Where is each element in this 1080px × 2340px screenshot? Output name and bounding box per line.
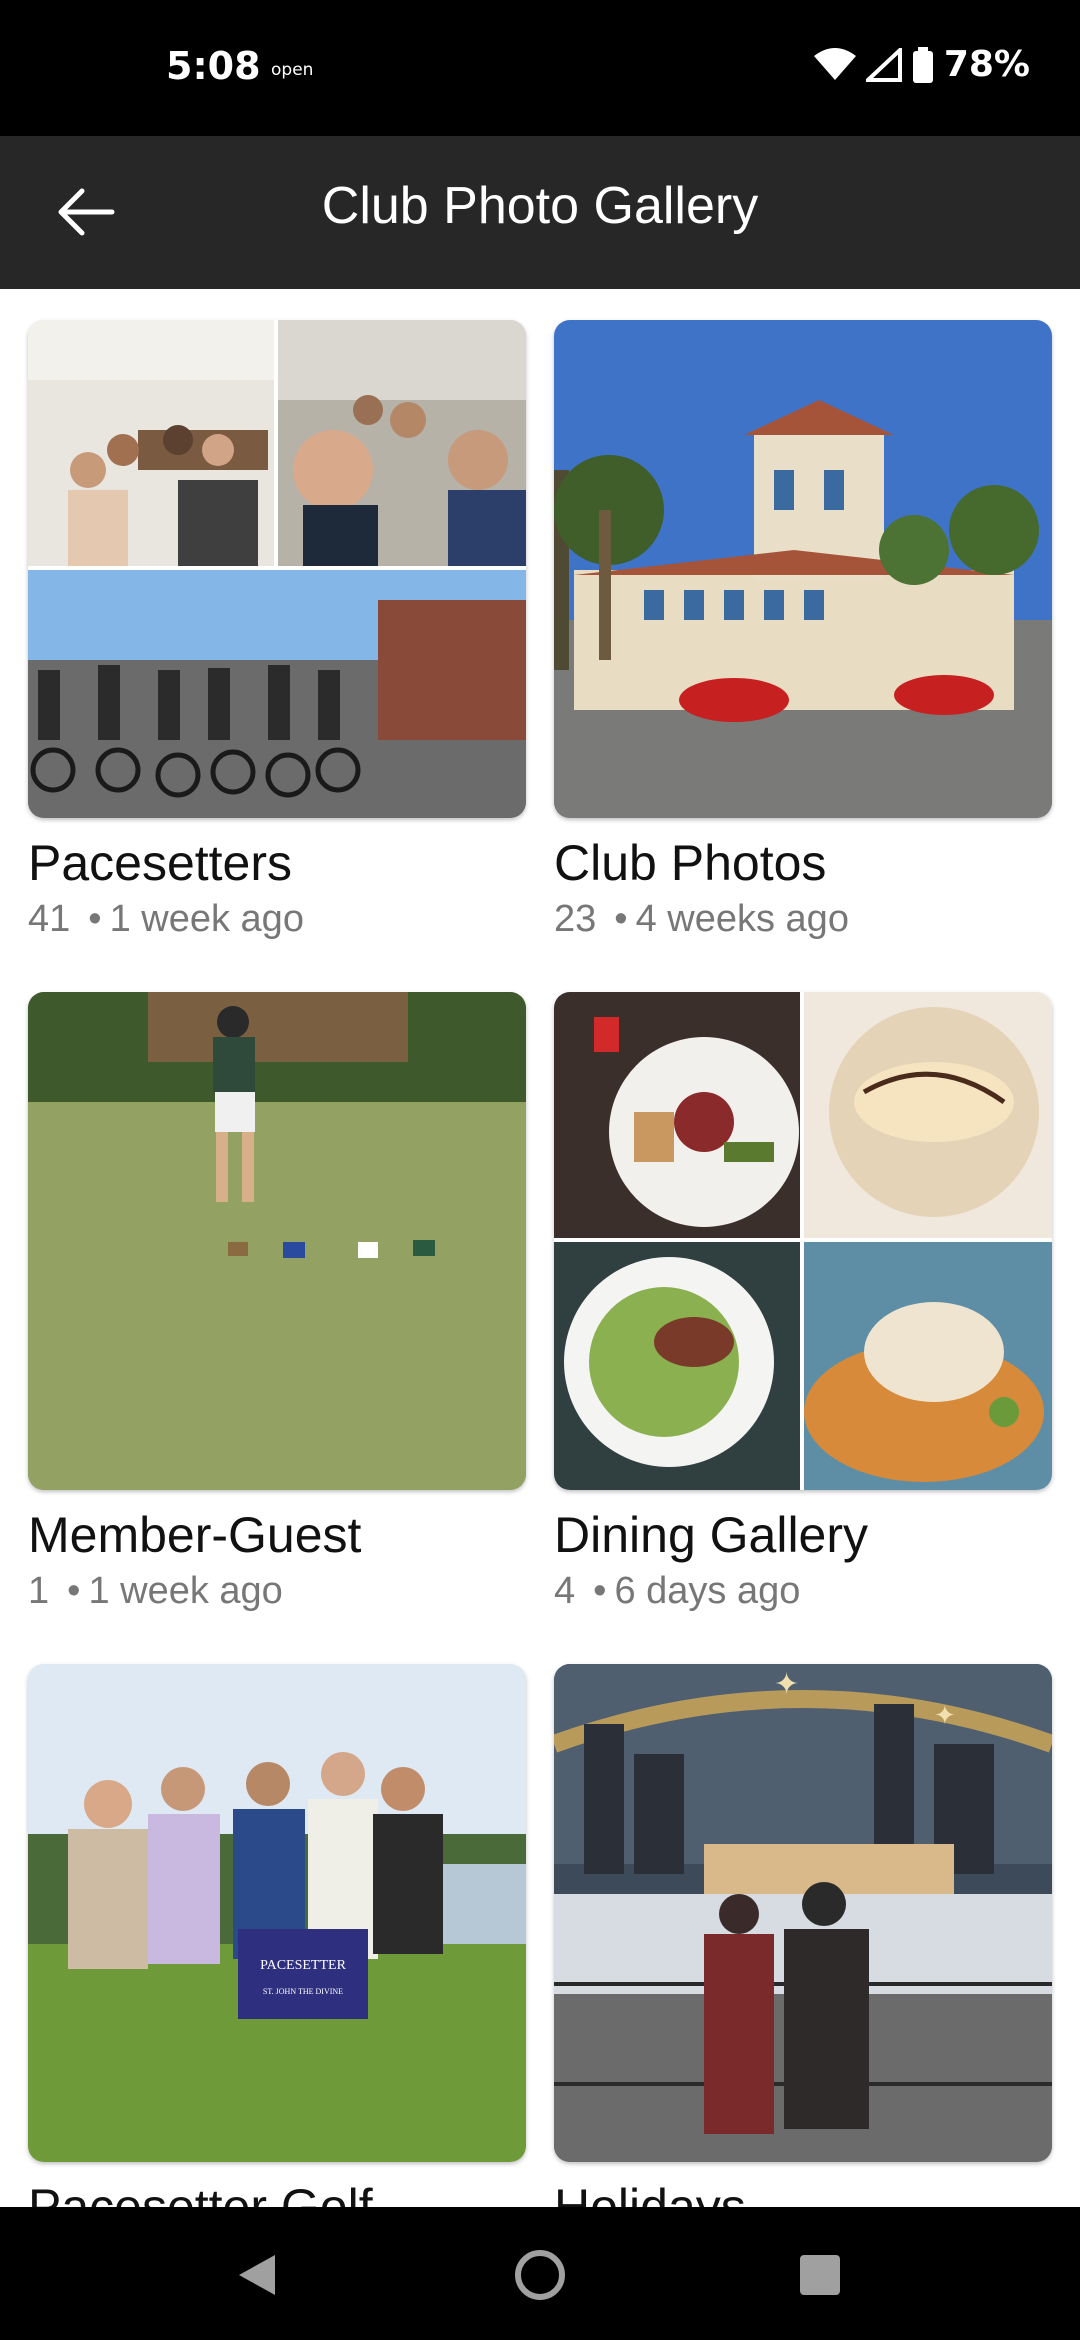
album-title: Holidays [554,2179,746,2207]
album-title: Pacesetter Golf [28,2179,373,2207]
album-thumbnail [554,992,1052,1490]
sign-sub-text: ST. JOHN THE DIVINE [263,1987,343,1996]
circle-home-icon [515,2250,565,2300]
album-thumbnail: ✦ ✦ [554,1664,1052,2162]
album-updated: 4 weeks ago [635,898,849,940]
cell-signal-icon [865,47,902,82]
album-title: Club Photos [554,835,827,891]
album-thumbnail [554,320,1052,818]
album-meta: 41 • 1 week ago [28,898,526,941]
album-card-pacesetter-golf[interactable]: PACESETTER ST. JOHN THE DIVINE Pacesette… [28,1664,526,2207]
status-icons: 78% [813,44,1030,85]
nav-recents-button[interactable] [790,2245,850,2305]
nav-back-button[interactable] [227,2245,287,2305]
separator-dot: • [593,1570,607,1612]
separator-dot: • [88,898,102,940]
album-title: Pacesetters [28,835,293,891]
album-count: 4 [554,1570,576,1612]
album-card-pacesetters[interactable]: Pacesetters 41 • 1 week ago [28,320,526,941]
album-card-holidays[interactable]: ✦ ✦ Holidays [554,1664,1052,2207]
status-open-label: open [271,60,314,80]
triangle-back-icon [239,2255,275,2295]
app-bar: Club Photo Gallery [0,136,1080,289]
star-icon: ✦ [934,1701,956,1731]
battery-icon [912,46,933,83]
star-icon: ✦ [774,1667,799,1702]
album-thumbnail [28,992,526,1490]
album-updated: 1 week ago [88,1570,283,1612]
status-bar: 5:08 open 78% [0,0,1080,136]
album-meta: 1 • 1 week ago [28,1570,526,1613]
album-card-dining-gallery[interactable]: Dining Gallery 4 • 6 days ago [554,992,1052,1613]
album-updated: 6 days ago [614,1570,801,1612]
system-nav-bar [0,2207,1080,2340]
status-time: 5:08 [166,44,261,88]
album-card-club-photos[interactable]: Club Photos 23 • 4 weeks ago [554,320,1052,941]
battery-percentage: 78% [943,44,1030,85]
album-count: 41 [28,898,71,940]
album-count: 1 [28,1570,50,1612]
album-thumbnail: PACESETTER ST. JOHN THE DIVINE [28,1664,526,2162]
album-updated: 1 week ago [109,898,304,940]
album-card-member-guest[interactable]: Member-Guest 1 • 1 week ago [28,992,526,1613]
square-recents-icon [800,2255,840,2295]
album-grid: Pacesetters 41 • 1 week ago Club Photos … [0,289,1080,2207]
album-title: Dining Gallery [554,1507,869,1563]
album-meta: 4 • 6 days ago [554,1570,1052,1613]
album-title: Member-Guest [28,1507,362,1563]
album-thumbnail [28,320,526,818]
sign-main-text: PACESETTER [260,1958,346,1973]
separator-dot: • [67,1570,81,1612]
album-count: 23 [554,898,597,940]
wifi-icon [813,47,856,80]
album-meta: 23 • 4 weeks ago [554,898,1052,941]
page-title: Club Photo Gallery [321,177,759,235]
nav-home-button[interactable] [510,2245,570,2305]
separator-dot: • [614,898,628,940]
